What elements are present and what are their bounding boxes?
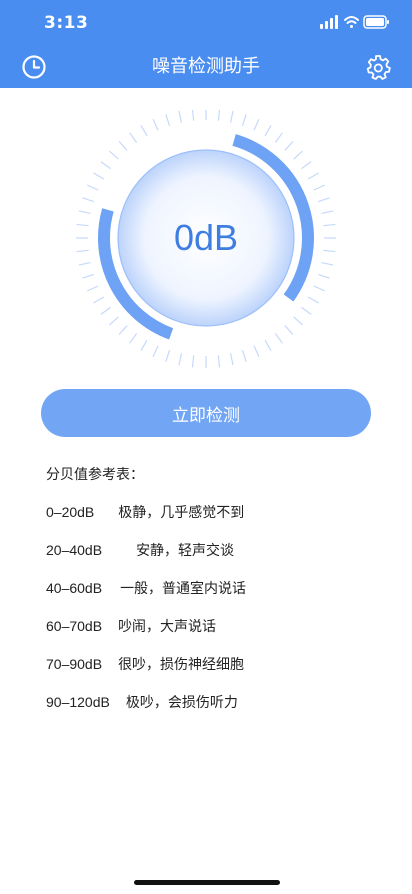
reference-desc: 吵闹，大声说话 <box>118 619 217 635</box>
reference-desc: 一般，普通室内说话 <box>120 581 247 597</box>
reference-range: 40–60dB <box>46 580 103 596</box>
reference-desc: 极静，几乎感觉不到 <box>118 505 245 521</box>
reference-desc: 很吵，损伤神经细胞 <box>118 657 245 673</box>
status-time: 3:13 <box>44 13 89 33</box>
wifi-icon <box>344 16 359 28</box>
db-value: 0dB <box>173 217 239 258</box>
reference-range: 70–90dB <box>46 656 103 672</box>
reference-row: 20–40dB 安静，轻声交谈 <box>46 540 234 560</box>
top-bar: 3:13 噪音检测助手 <box>0 0 412 88</box>
page-title: 噪音检测助手 <box>152 56 260 77</box>
reference-range: 0–20dB <box>46 504 95 520</box>
reference-row: 0–20dB 极静，几乎感觉不到 <box>46 502 244 522</box>
reference-row: 40–60dB 一般，普通室内说话 <box>46 578 246 598</box>
reference-row: 90–120dB 极吵，会损伤听力 <box>46 692 238 712</box>
signal-icon <box>320 15 338 29</box>
reference-range: 90–120dB <box>46 694 110 710</box>
reference-desc: 安静，轻声交谈 <box>136 543 235 559</box>
reference-range: 60–70dB <box>46 618 103 634</box>
settings-button[interactable] <box>365 54 391 80</box>
battery-icon <box>363 15 389 29</box>
reference-title: 分贝值参考表： <box>46 467 144 483</box>
detect-now-button[interactable]: 立即检测 <box>41 389 371 437</box>
reference-range: 20–40dB <box>46 542 103 558</box>
settings-gear-icon <box>366 55 391 80</box>
reference-row: 70–90dB 很吵，损伤神经细胞 <box>46 654 244 674</box>
status-icons <box>320 14 390 30</box>
reference-desc: 极吵，会损伤听力 <box>125 695 238 711</box>
home-indicator <box>134 880 280 885</box>
reference-row: 60–70dB 吵闹，大声说话 <box>46 616 216 636</box>
noise-meter: 0dB <box>66 110 346 390</box>
